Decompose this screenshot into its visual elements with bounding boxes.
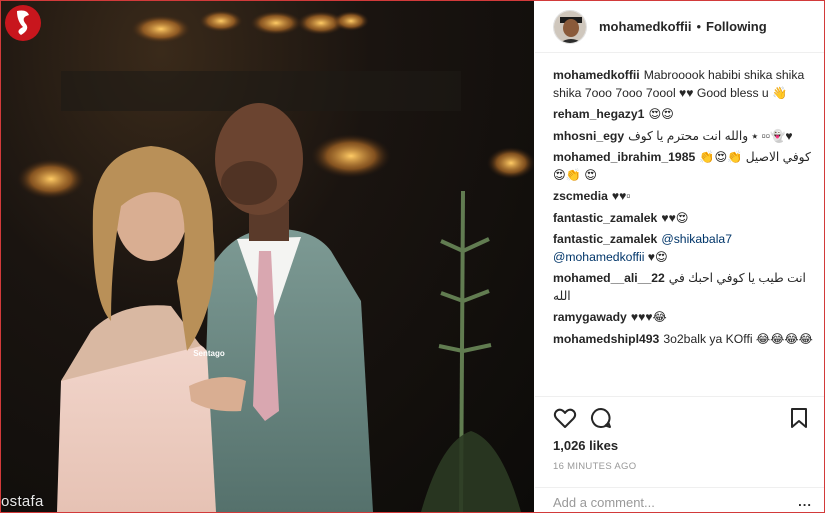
photo-illustration <box>17 10 534 512</box>
comment-username[interactable]: ramygawady <box>553 310 627 324</box>
post-side-panel: mohamedkoffii • Following mohamedkoffii M… <box>535 1 824 512</box>
post-header: mohamedkoffii • Following <box>535 1 824 53</box>
comment-item: ramygawady ♥♥♥😂 <box>553 309 815 327</box>
comment-username[interactable]: mhosni_egy <box>553 129 624 143</box>
comment-item: zscmedia ♥♥▫ <box>553 188 815 206</box>
comment-item: mohamed_ibrahim_1985 كوفي الاصيل 👏😍👏😍 👏😍 <box>553 149 815 184</box>
separator-dot: • <box>696 19 702 34</box>
comment-username[interactable]: mohamedshipl493 <box>553 332 659 346</box>
post-timestamp[interactable]: 16 MINUTES AGO <box>553 461 636 472</box>
add-comment-bar: ... <box>535 487 824 512</box>
post-actions <box>551 406 813 432</box>
comment-text: 😍😍 <box>648 107 674 121</box>
bookmark-icon[interactable] <box>787 406 811 430</box>
comment-item: fantastic_zamalek ♥♥😍 <box>553 210 815 228</box>
comment-text: ♥👻▫▫ ٭ والله انت محترم يا كوف <box>628 128 793 143</box>
comment-username[interactable]: mohamedkoffii <box>553 68 640 82</box>
avatar[interactable] <box>553 9 587 44</box>
post-username[interactable]: mohamedkoffii <box>599 19 691 34</box>
comment-username[interactable]: zscmedia <box>553 189 608 203</box>
comment-item: mohamedshipl493 3o2balk ya KOffi 😂😂😂😂 <box>553 331 815 349</box>
comment-item: reham_hegazy1 😍😍 <box>553 106 815 124</box>
comment-text: ♥♥😍 <box>661 210 689 225</box>
comment-username[interactable]: reham_hegazy1 <box>553 107 644 121</box>
comment-username[interactable]: fantastic_zamalek <box>553 232 657 246</box>
heart-icon[interactable] <box>553 406 577 430</box>
comment-text: ♥♥▫ <box>611 189 631 203</box>
comment-username[interactable]: mohamed__ali__22 <box>553 271 665 285</box>
comment-text: ♥♥♥😂 <box>630 310 667 324</box>
actions-divider <box>535 396 824 397</box>
likes-count[interactable]: 1,026 likes <box>553 438 618 453</box>
mention-link[interactable]: @shikabala7 <box>661 232 732 246</box>
comment-text: ♥😍 <box>647 249 668 264</box>
comments-list: mohamedkoffii Mabrooook habibi shika shik… <box>553 67 815 387</box>
comment-text: 3o2balk ya KOffi 😂😂😂😂 <box>663 331 813 346</box>
comment-item: mhosni_egy ♥👻▫▫ ٭ والله انت محترم يا كوف <box>553 128 815 146</box>
logo-text: Sentago <box>193 349 225 358</box>
photo-watermark: ostafa <box>1 493 44 510</box>
comment-item: fantastic_zamalek @shikabala7 @mohamedkoff… <box>553 231 815 266</box>
comment-icon[interactable] <box>589 406 613 430</box>
comment-username[interactable]: fantastic_zamalek <box>553 211 657 225</box>
following-button[interactable]: Following <box>706 19 767 34</box>
post-photo[interactable]: Sentago ostafa <box>1 1 534 512</box>
more-options-button[interactable]: ... <box>798 494 812 509</box>
avatar-image-icon <box>554 10 586 43</box>
mention-link[interactable]: @mohamedkoffii <box>553 250 644 264</box>
comment-input[interactable] <box>553 494 773 510</box>
comment-item: mohamed__ali__22 انت طيب يا كوفي احبك في … <box>553 270 815 305</box>
comment-username[interactable]: mohamed_ibrahim_1985 <box>553 150 695 164</box>
comment-item: mohamedkoffii Mabrooook habibi shika shik… <box>553 67 815 102</box>
sentago-logo-icon <box>5 5 41 41</box>
